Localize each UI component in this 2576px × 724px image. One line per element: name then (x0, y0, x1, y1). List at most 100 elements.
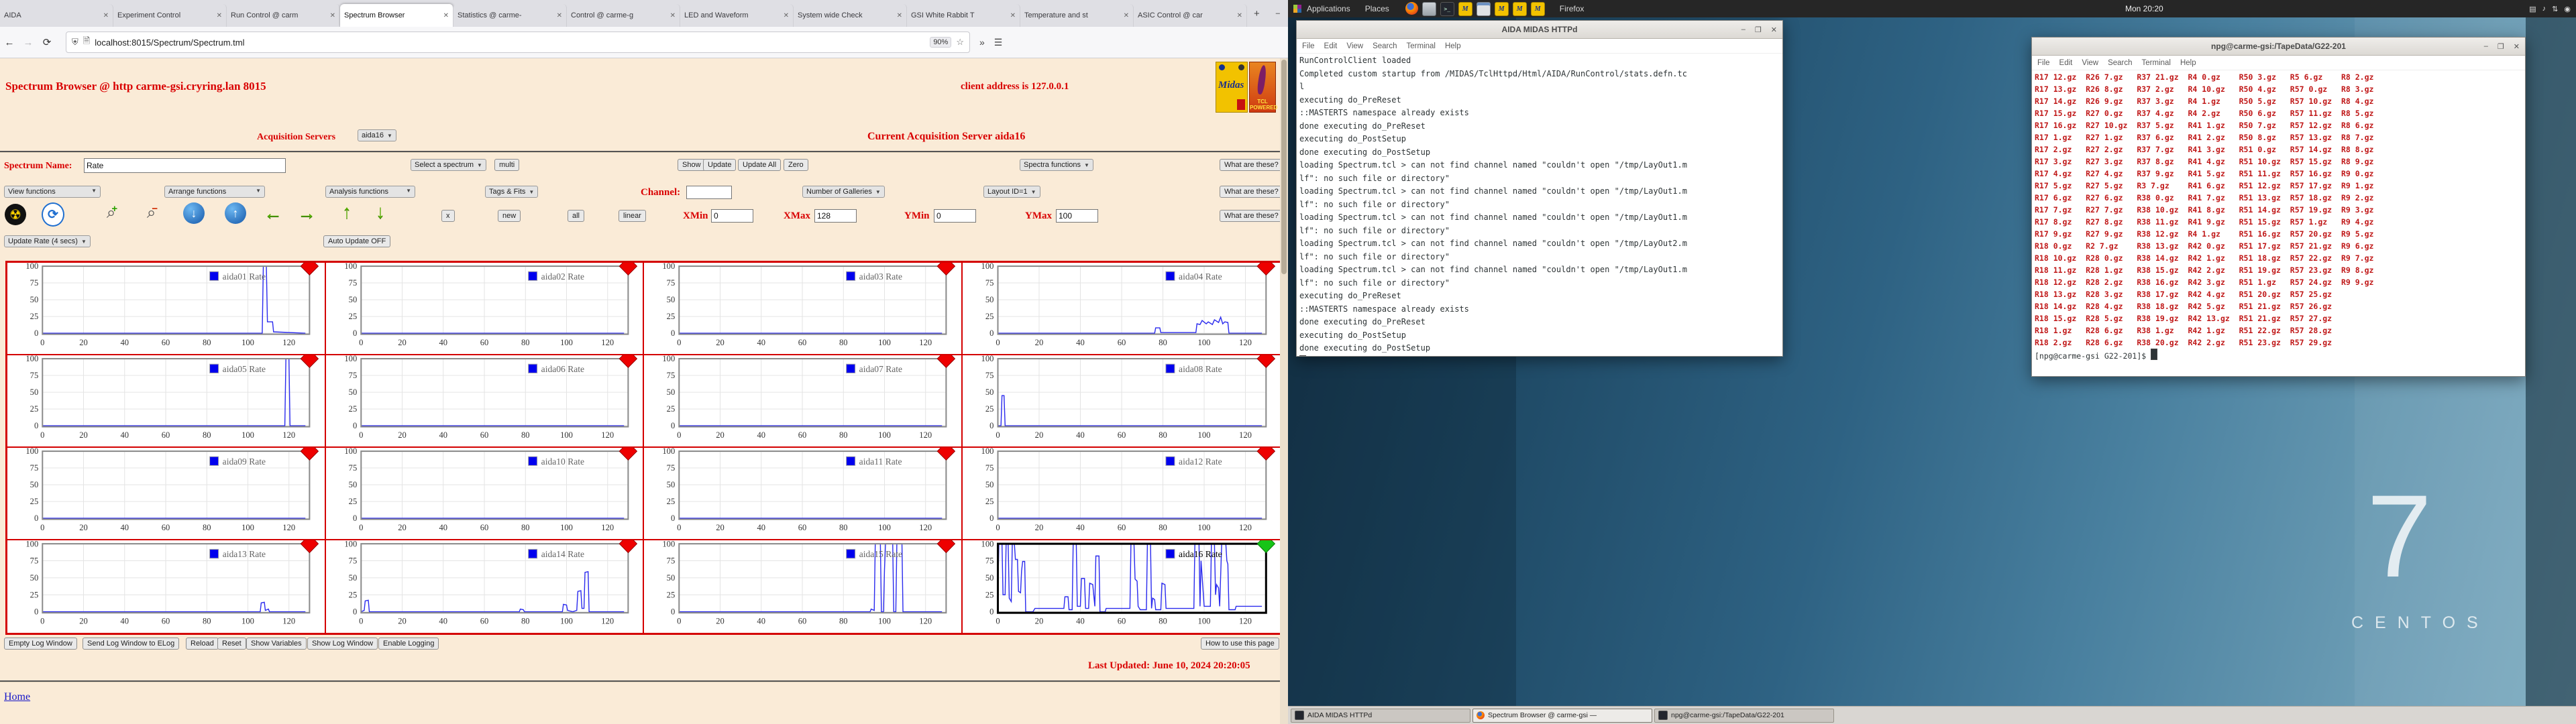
spectrum-chart-aida10[interactable]: 0 20 40 60 80 100 120 0 25 50 75 100 aida10 Rate (325, 448, 644, 540)
applications-menu[interactable]: Applications (1307, 4, 1350, 13)
midas-launcher-icon[interactable]: M (1530, 1, 1545, 16)
close-icon[interactable]: ✕ (1771, 25, 1777, 34)
analysis-functions-dropdown[interactable]: Analysis functions ▼ (325, 186, 415, 198)
tab-close-icon[interactable]: ✕ (897, 12, 902, 19)
shield-icon[interactable]: ⛨ (72, 37, 78, 48)
tab-close-icon[interactable]: ✕ (103, 12, 109, 19)
layout-id-dropdown[interactable]: Layout ID=1 ▼ (983, 186, 1040, 198)
new-tab-button[interactable]: + (1247, 8, 1267, 19)
what-are-these-button-2[interactable]: What are these? (1220, 186, 1283, 198)
all-button[interactable]: all (568, 210, 585, 222)
footer-button-reset[interactable]: Reset (217, 638, 246, 650)
x-button[interactable]: x (441, 210, 455, 222)
browser-tab-8[interactable]: System wide Check ✕ (794, 4, 907, 27)
spectrum-chart-aida11[interactable]: 0 20 40 60 80 100 120 0 25 50 75 100 aida11 Rate (644, 448, 963, 540)
auto-update-button[interactable]: Auto Update OFF (323, 235, 391, 247)
linear-button[interactable]: linear (619, 210, 646, 222)
channel-input[interactable] (686, 186, 732, 199)
tab-close-icon[interactable]: ✕ (670, 12, 676, 19)
forward-button[interactable]: → (19, 37, 38, 48)
hamburger-menu-icon[interactable]: ☰ (994, 37, 1003, 48)
spectrum-chart-aida01[interactable]: 0 20 40 60 80 100 120 0 25 50 75 100 aida01 Rate (7, 263, 326, 355)
zoom-in-icon[interactable]: ⌕ + (101, 202, 123, 225)
spectrum-chart-aida08[interactable]: 0 20 40 60 80 100 120 0 25 50 75 100 aida08 Rate (962, 355, 1281, 448)
footer-button-empty-log-window[interactable]: Empty Log Window (4, 638, 77, 650)
terminal-menu-help[interactable]: Help (2180, 59, 2196, 67)
taskbar-button-aida-midas-httpd[interactable]: AIDA MIDAS HTTPd (1291, 708, 1470, 723)
arrow-up-icon[interactable]: ↑ (335, 200, 358, 223)
arrow-right-icon[interactable]: → (295, 202, 318, 225)
spectrum-chart-aida04[interactable]: 0 20 40 60 80 100 120 0 25 50 75 100 aida04 Rate (962, 263, 1281, 355)
browser-tab-7[interactable]: LED and Waveform ✕ (680, 4, 794, 27)
browser-tab-2[interactable]: Experiment Control ✕ (113, 4, 227, 27)
xmax-input[interactable] (814, 209, 857, 223)
acquisition-server-select[interactable]: aida16 ▼ (358, 129, 396, 141)
ymax-input[interactable] (1056, 209, 1098, 223)
window-launcher-icon[interactable] (1476, 1, 1491, 16)
tcl-powered-logo[interactable]: TCL POWERED (1249, 62, 1277, 113)
tags-fits-dropdown[interactable]: Tags & Fits ▼ (485, 186, 539, 198)
how-to-use-button[interactable]: How to use this page (1201, 638, 1279, 650)
tray-icon-1[interactable]: ♪ (2542, 5, 2546, 13)
tab-close-icon[interactable]: ✕ (217, 12, 222, 19)
files-launcher-icon[interactable] (1421, 1, 1436, 16)
number-of-galleries-dropdown[interactable]: Number of Galleries ▼ (802, 186, 885, 198)
update-button[interactable]: Update (703, 159, 737, 171)
new-button[interactable]: new (498, 210, 521, 222)
spectrum-chart-aida16[interactable]: 0 20 40 60 80 100 120 0 25 50 75 100 aida16 Rate (962, 540, 1281, 633)
ymin-input[interactable] (934, 209, 976, 223)
taskbar-button-spectrum-browser-carme-gsi-[interactable]: Spectrum Browser @ carme-gsi — (1472, 708, 1652, 723)
spectrum-chart-aida03[interactable]: 0 20 40 60 80 100 120 0 25 50 75 100 aida03 Rate (644, 263, 963, 355)
spectrum-chart-aida02[interactable]: 0 20 40 60 80 100 120 0 25 50 75 100 aida02 Rate (325, 263, 644, 355)
what-are-these-button-3[interactable]: What are these? (1220, 210, 1283, 222)
maximize-icon[interactable]: ❐ (2498, 42, 2504, 51)
url-text[interactable]: localhost:8015/Spectrum/Spectrum.tml (95, 38, 925, 48)
tab-close-icon[interactable]: ✕ (557, 12, 562, 19)
terminal-menu-terminal[interactable]: Terminal (2142, 59, 2171, 67)
distro-menu-icon[interactable] (1293, 5, 1301, 13)
terminal-titlebar[interactable]: npg@carme-gsi:/TapeData/G22-201 – ❐ ✕ (2032, 38, 2525, 56)
spectrum-chart-aida14[interactable]: 0 20 40 60 80 100 120 0 25 50 75 100 aida14 Rate (325, 540, 644, 633)
spectrum-chart-aida06[interactable]: 0 20 40 60 80 100 120 0 25 50 75 100 aida06 Rate (325, 355, 644, 448)
spectrum-chart-aida07[interactable]: 0 20 40 60 80 100 120 0 25 50 75 100 aida07 Rate (644, 355, 963, 448)
midas-launcher-icon[interactable]: M (1512, 1, 1527, 16)
terminal-titlebar[interactable]: AIDA MIDAS HTTPd – ❐ ✕ (1297, 21, 1782, 39)
terminal-menu-edit[interactable]: Edit (2059, 59, 2073, 67)
browser-tab-4[interactable]: Spectrum Browser ✕ (340, 4, 453, 27)
minimize-icon[interactable]: – (1741, 25, 1746, 34)
what-are-these-button-1[interactable]: What are these? (1220, 159, 1283, 171)
browser-tab-9[interactable]: GSI White Rabbit T ✕ (907, 4, 1020, 27)
spectra-functions-dropdown[interactable]: Spectra functions ▼ (1020, 159, 1093, 171)
arrow-down-icon[interactable]: ↓ (369, 200, 392, 223)
footer-button-enable-logging[interactable]: Enable Logging (378, 638, 439, 650)
spectrum-name-input[interactable] (84, 158, 286, 173)
move-up-icon[interactable]: ↑ (224, 202, 247, 225)
footer-button-show-variables[interactable]: Show Variables (246, 638, 307, 650)
close-icon[interactable]: ✕ (2514, 42, 2520, 51)
page-info-icon[interactable]: 🗎 (83, 35, 90, 50)
panel-clock[interactable]: Mon 20:20 (2125, 4, 2163, 13)
terminal-menu-search[interactable]: Search (2108, 59, 2132, 67)
current-app-label[interactable]: Firefox (1560, 4, 1585, 13)
browser-tab-10[interactable]: Temperature and st ✕ (1020, 4, 1134, 27)
radiation-icon[interactable]: ☢ (4, 203, 27, 226)
footer-button-show-log-window[interactable]: Show Log Window (307, 638, 378, 650)
select-spectrum-dropdown[interactable]: Select a spectrum ▼ (411, 159, 486, 171)
window-minimize-button[interactable]: – (1276, 9, 1280, 18)
terminal-menu-file[interactable]: File (1302, 42, 1315, 50)
terminal-menu-edit[interactable]: Edit (1324, 42, 1338, 50)
terminal-output[interactable]: R17 12.gz R26 7.gz R37 21.gz R4 0.gz R50… (2032, 70, 2525, 376)
arrange-functions-dropdown[interactable]: Arrange functions ▼ (164, 186, 265, 198)
terminal-launcher-icon[interactable]: >_ (1440, 1, 1454, 16)
terminal-menu-terminal[interactable]: Terminal (1407, 42, 1436, 50)
browser-tab-6[interactable]: Control @ carme-g ✕ (567, 4, 680, 27)
bookmark-star-icon[interactable]: ☆ (956, 37, 964, 48)
update-all-button[interactable]: Update All (738, 159, 782, 171)
toolbar-overflow-chevron[interactable]: » (979, 37, 985, 48)
multi-button[interactable]: multi (494, 159, 520, 171)
spectrum-chart-aida05[interactable]: 0 20 40 60 80 100 120 0 25 50 75 100 aida05 Rate (7, 355, 326, 448)
browser-tab-3[interactable]: Run Control @ carm ✕ (227, 4, 340, 27)
tray-icon-3[interactable]: ◉ (2564, 5, 2571, 13)
terminal-menu-view[interactable]: View (1346, 42, 1363, 50)
firefox-launcher-icon[interactable] (1405, 1, 1418, 15)
